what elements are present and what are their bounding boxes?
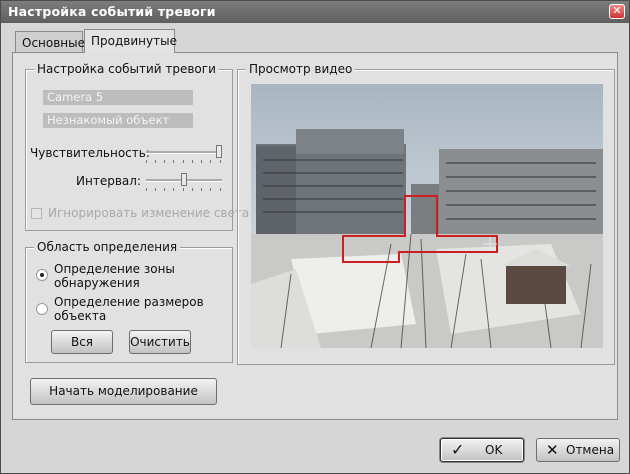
start-simulation-button[interactable]: Начать моделирование: [30, 378, 217, 405]
sensitivity-label: Чувствительность:: [30, 146, 150, 160]
interval-label: Интервал:: [76, 174, 141, 188]
tab-advanced[interactable]: Продвинутые: [84, 29, 177, 53]
detection-area-group: Область определения Определение зоны обн…: [25, 240, 233, 363]
clear-button[interactable]: Очистить: [129, 330, 191, 354]
interval-thumb[interactable]: [181, 173, 187, 186]
sensitivity-slider[interactable]: [146, 145, 222, 165]
ok-label: OK: [485, 443, 503, 457]
detection-zone-label-1: Определение зоны: [54, 262, 175, 276]
detection-area-legend: Область определения: [34, 240, 181, 254]
all-button[interactable]: Вся: [51, 330, 113, 354]
alarm-settings-legend: Настройка событий тревоги: [34, 62, 219, 76]
check-icon: ✓: [451, 440, 465, 459]
alarm-settings-group: Настройка событий тревоги Camera 5 Незна…: [25, 62, 249, 231]
ok-button[interactable]: ✓ OK: [440, 438, 524, 462]
object-size-label-2: объекта: [54, 309, 107, 323]
cancel-label: Отмена: [566, 443, 615, 457]
ignore-light-checkbox[interactable]: [31, 208, 42, 219]
detection-zone-label-2: обнаружения: [54, 276, 140, 290]
object-type-field: Незнакомый объект: [43, 113, 193, 128]
close-icon[interactable]: ✕: [609, 4, 625, 19]
video-preview-legend: Просмотр видео: [246, 62, 356, 76]
object-size-label-1: Определение размеров: [54, 295, 204, 309]
interval-slider[interactable]: [146, 173, 222, 193]
ignore-light-label: Игнорировать изменение света: [48, 206, 250, 220]
alarm-settings-dialog: Настройка событий тревоги ✕ Основные Про…: [0, 0, 630, 474]
x-icon: ✕: [546, 441, 559, 459]
window-title: Настройка событий тревоги: [8, 4, 216, 19]
camera-field: Camera 5: [43, 90, 193, 105]
sensitivity-thumb[interactable]: [216, 145, 222, 158]
detection-zone-radio[interactable]: [36, 269, 48, 281]
camera-frame: [251, 84, 603, 348]
title-bar[interactable]: Настройка событий тревоги ✕: [1, 1, 629, 23]
tab-basic[interactable]: Основные: [15, 31, 85, 52]
cancel-button[interactable]: ✕ Отмена: [536, 438, 620, 462]
video-preview[interactable]: [251, 84, 603, 348]
object-size-radio[interactable]: [36, 303, 48, 315]
